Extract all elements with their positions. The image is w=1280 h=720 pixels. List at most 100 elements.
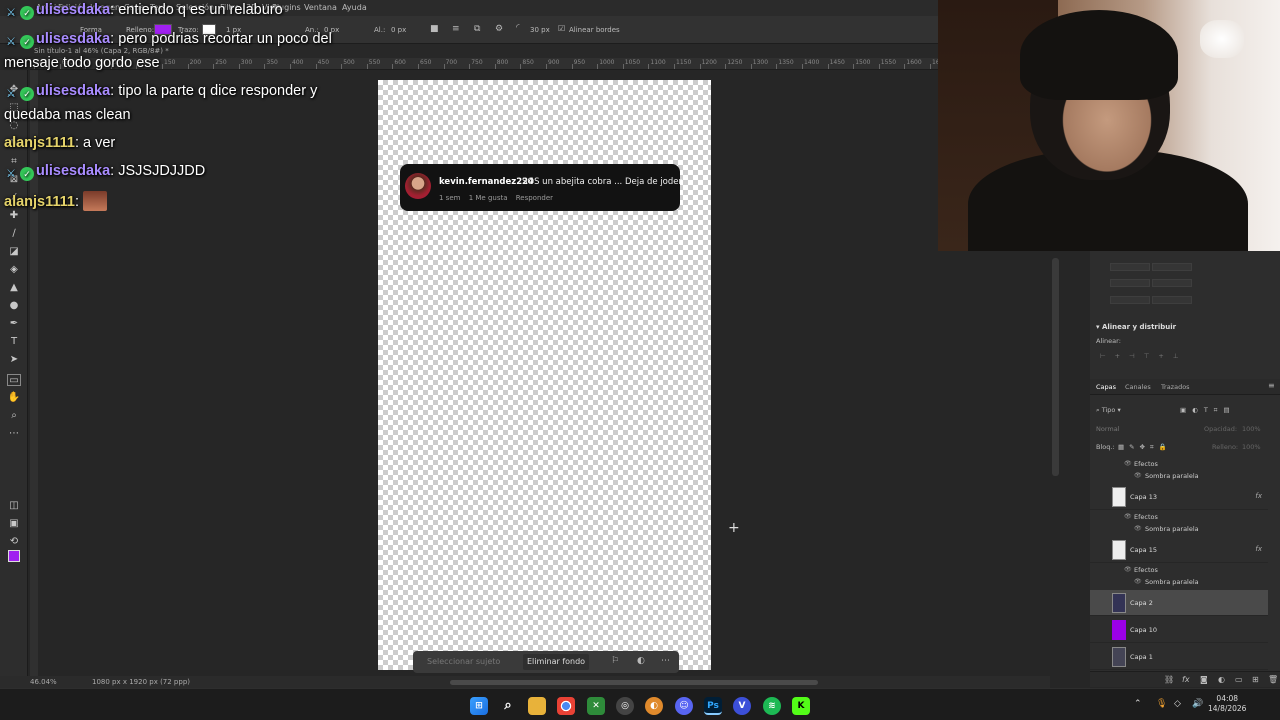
gear-icon[interactable]: ⚙ <box>495 24 503 34</box>
fill-value[interactable]: 100% <box>1242 443 1261 451</box>
tab-capas[interactable]: Capas <box>1096 383 1116 391</box>
properties-height-row <box>1110 279 1192 287</box>
layer-filter[interactable]: ⌕ Tipo ▾ <box>1096 406 1121 415</box>
effects-label: Efectos <box>1134 513 1158 521</box>
layer-row[interactable]: Capa 1 <box>1090 644 1268 670</box>
effects-eye-icon[interactable]: 👁 <box>1124 513 1132 520</box>
chrome-icon[interactable] <box>557 697 575 715</box>
align-distribute-header[interactable]: ▾ Alinear y distribuir <box>1096 323 1176 331</box>
prop-field[interactable] <box>1151 263 1192 271</box>
layer-row[interactable]: Capa 13 fx <box>1090 484 1268 510</box>
align-buttons-icon[interactable]: ⊢+⊣⊤+⊥ <box>1100 352 1188 360</box>
vpn-icon[interactable]: V <box>733 697 751 715</box>
more-tools-icon[interactable]: ⋯ <box>7 428 21 440</box>
blend-mode-select[interactable]: Normal <box>1096 425 1120 433</box>
trash-icon[interactable]: 🗑 <box>1268 675 1278 684</box>
spotify-icon[interactable]: ≋ <box>763 697 781 715</box>
app-icon[interactable]: ◐ <box>645 697 663 715</box>
effects-label: Efectos <box>1134 566 1158 574</box>
path-select-tool-icon[interactable]: ➤ <box>7 354 21 366</box>
steam-icon[interactable]: ◎ <box>616 697 634 715</box>
layer-row[interactable]: Capa 10 <box>1090 617 1268 643</box>
shadow-eye-icon[interactable]: 👁 <box>1134 472 1142 479</box>
system-clock[interactable]: 04:08 14/8/2026 <box>1208 694 1246 714</box>
horizontal-scrollbar[interactable] <box>450 680 818 685</box>
remove-background-button[interactable]: Eliminar fondo <box>523 654 590 670</box>
flag-icon[interactable]: ⚐ <box>611 656 619 666</box>
sword-badge-icon: ⚔ <box>6 7 16 19</box>
verified-badge-icon: ✓ <box>20 87 34 101</box>
shadow-label: Sombra paralela <box>1145 525 1199 533</box>
adjustment-icon[interactable]: ◐ <box>1218 675 1225 684</box>
brush-tool-icon[interactable]: ∕ <box>7 228 21 240</box>
pen-tool-icon[interactable]: ✒ <box>7 318 21 330</box>
chevron-up-icon[interactable]: ⌃ <box>1134 699 1142 709</box>
prop-field[interactable] <box>1110 296 1150 304</box>
shadow-eye-icon[interactable]: 👁 <box>1134 578 1142 585</box>
effects-eye-icon[interactable]: 👁 <box>1124 460 1132 467</box>
shadow-eye-icon[interactable]: 👁 <box>1134 525 1142 532</box>
windows-start-icon[interactable]: ⊞ <box>470 697 488 715</box>
layers-panel-footer: ⛓ fx ◙ ◐ ▭ ⊞ 🗑 <box>1090 671 1280 687</box>
select-subject-button[interactable]: Seleccionar sujeto <box>427 657 500 666</box>
blur-tool-icon[interactable]: ▲ <box>7 282 21 294</box>
tab-canales[interactable]: Canales <box>1125 383 1151 391</box>
height-field[interactable]: 0 px <box>391 26 406 34</box>
tab-trazados[interactable]: Trazados <box>1161 383 1190 391</box>
radius-field[interactable]: 30 px <box>530 26 550 34</box>
minecraft-icon[interactable]: ✕ <box>587 697 605 715</box>
path-align-icon[interactable]: ≡ <box>452 24 460 34</box>
chat-text: : entiendo q es un relaburo <box>110 2 283 18</box>
layer-row-selected[interactable]: Capa 2 <box>1090 590 1268 616</box>
fx-icon[interactable]: fx <box>1255 545 1262 553</box>
volume-icon[interactable]: 🔊 <box>1192 699 1203 709</box>
fx-icon[interactable]: fx <box>1255 492 1262 500</box>
microphone-icon[interactable]: 🎙 <box>1156 699 1167 709</box>
opacity-value[interactable]: 100% <box>1242 425 1261 433</box>
kick-icon[interactable]: K <box>792 697 810 715</box>
zoom-level[interactable]: 46.04% <box>30 678 57 686</box>
screen-mode-icon[interactable]: ▣ <box>7 518 21 530</box>
rectangle-tool-icon[interactable]: ▭ <box>7 374 21 386</box>
eraser-tool-icon[interactable]: ◪ <box>7 246 21 258</box>
filter-icons[interactable]: ▣◐T⌗▤ <box>1180 406 1236 415</box>
prop-field[interactable] <box>1110 263 1150 271</box>
adjust-icon[interactable]: ◐ <box>637 656 645 666</box>
network-icon[interactable]: ◇ <box>1174 699 1181 709</box>
comment-username: kevin.fernandez224 <box>439 177 534 187</box>
chat-username: ulisesdaka <box>36 2 111 18</box>
paint-bucket-tool-icon[interactable]: ◈ <box>7 264 21 276</box>
align-edges-checkbox[interactable]: ☑ <box>558 24 565 33</box>
vertical-scrollbar[interactable] <box>1052 258 1059 476</box>
text-tool-icon[interactable]: T <box>7 336 21 348</box>
link-icon[interactable]: ⛓ <box>1164 675 1174 684</box>
mask-icon[interactable]: ◙ <box>1200 675 1208 684</box>
ruler-tick <box>494 64 496 69</box>
more-icon[interactable]: ⋯ <box>661 656 670 666</box>
file-explorer-icon[interactable] <box>528 697 546 715</box>
prop-field[interactable] <box>1151 296 1192 304</box>
share-icon[interactable]: ⟲ <box>7 536 21 548</box>
layer-row[interactable]: Capa 15 fx <box>1090 537 1268 563</box>
prop-field[interactable] <box>1110 279 1150 287</box>
effects-eye-icon[interactable]: 👁 <box>1124 566 1132 573</box>
hand-tool-icon[interactable]: ✋ <box>7 392 21 404</box>
fx-icon[interactable]: fx <box>1182 675 1190 684</box>
lock-icons[interactable]: ▦✎✥⌗🔒 <box>1118 443 1172 452</box>
zoom-tool-icon[interactable]: ⌕ <box>7 410 21 422</box>
quick-mask-icon[interactable]: ◫ <box>7 500 21 512</box>
photoshop-icon[interactable]: Ps <box>704 697 722 715</box>
comment-card-layer[interactable]: kevin.fernandez224 SOS un abejita cobra … <box>400 164 682 211</box>
chat-message: alanjs1111: <box>4 191 108 211</box>
path-arrange-icon[interactable]: ⧉ <box>474 24 480 34</box>
path-ops-icon[interactable]: ■ <box>430 24 439 34</box>
discord-icon[interactable]: ☺ <box>675 697 693 715</box>
screen: Archivo Edición Imagen Capa Texto Selecc… <box>0 0 1280 720</box>
group-icon[interactable]: ▭ <box>1235 675 1243 684</box>
dodge-tool-icon[interactable]: ● <box>7 300 21 312</box>
search-icon[interactable]: ⌕ <box>499 697 517 715</box>
new-layer-icon[interactable]: ⊞ <box>1252 675 1259 684</box>
panel-menu-icon[interactable]: ≡ <box>1268 381 1275 390</box>
prop-field[interactable] <box>1151 279 1192 287</box>
foreground-color-swatch[interactable] <box>8 550 20 562</box>
